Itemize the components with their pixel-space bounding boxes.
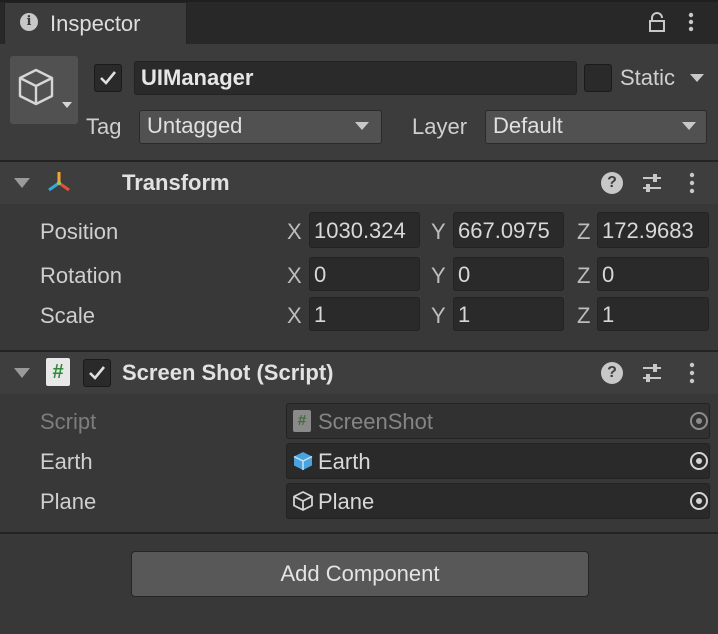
layer-chevron-down-icon: [682, 122, 696, 130]
checkmark-icon: [89, 366, 106, 380]
earth-object-field[interactable]: Earth: [286, 443, 710, 479]
tag-dropdown[interactable]: Untagged: [139, 110, 382, 144]
position-x-input[interactable]: 1030.324: [309, 212, 420, 248]
static-label: Static: [620, 65, 676, 90]
axis-x-label[interactable]: X: [287, 303, 302, 329]
object-picker-icon: [690, 412, 708, 430]
info-icon: i: [20, 13, 38, 31]
component-menu-icon[interactable]: [687, 172, 697, 194]
gameobject-icon: [293, 491, 313, 511]
scale-z-input[interactable]: 1: [597, 297, 709, 331]
presets-icon[interactable]: [641, 362, 663, 384]
axis-y-label[interactable]: Y: [431, 219, 446, 245]
foldout-arrow-icon[interactable]: [14, 368, 30, 378]
active-checkbox[interactable]: [94, 64, 122, 92]
scale-y-input[interactable]: 1: [453, 297, 564, 331]
tab-title: Inspector: [50, 11, 141, 36]
script-icon: #: [46, 358, 70, 386]
rotation-label: Rotation: [40, 263, 122, 288]
object-picker-icon[interactable]: [689, 451, 709, 471]
divider: [0, 532, 718, 534]
position-y-input[interactable]: 667.0975: [453, 212, 564, 248]
help-icon[interactable]: ?: [601, 172, 623, 194]
gameobject-name-input[interactable]: UIManager: [134, 61, 577, 95]
gameobject-icon-selector[interactable]: [10, 56, 78, 124]
scale-x-input[interactable]: 1: [309, 297, 420, 331]
tag-label: Tag: [86, 114, 122, 139]
earth-object-value: Earth: [318, 449, 371, 474]
object-picker-icon[interactable]: [689, 491, 709, 511]
static-checkbox[interactable]: [584, 64, 612, 92]
axis-x-label[interactable]: X: [287, 219, 302, 245]
kebab-menu-icon[interactable]: [686, 12, 696, 32]
transform-icon: [48, 172, 70, 192]
plane-object-value: Plane: [318, 489, 375, 514]
axis-x-label[interactable]: X: [287, 263, 302, 289]
axis-z-label[interactable]: Z: [577, 219, 590, 245]
plane-object-field[interactable]: Plane: [286, 483, 710, 519]
script-object-field: # ScreenShot: [286, 403, 710, 439]
checkmark-icon: [100, 71, 117, 85]
script-icon: #: [293, 410, 311, 432]
position-z-input[interactable]: 172.9683: [597, 212, 709, 248]
axis-z-label[interactable]: Z: [577, 303, 590, 329]
scale-label: Scale: [40, 303, 96, 328]
layer-dropdown[interactable]: Default: [485, 110, 707, 144]
lock-icon[interactable]: [648, 12, 666, 32]
component-menu-icon[interactable]: [687, 362, 697, 384]
cube-icon: [18, 68, 72, 108]
layer-value: Default: [493, 113, 563, 138]
tag-value: Untagged: [147, 113, 243, 138]
script-field-label: Script: [40, 409, 97, 434]
rotation-z-input[interactable]: 0: [597, 257, 709, 291]
script-component-title: Screen Shot (Script): [122, 360, 334, 385]
transform-title: Transform: [122, 170, 230, 195]
foldout-arrow-icon[interactable]: [14, 178, 30, 188]
earth-field-label: Earth: [40, 449, 93, 474]
static-dropdown-icon[interactable]: [690, 74, 704, 82]
help-icon[interactable]: ?: [601, 362, 623, 384]
tag-chevron-down-icon: [355, 122, 369, 130]
rotation-y-input[interactable]: 0: [453, 257, 564, 291]
axis-y-label[interactable]: Y: [431, 303, 446, 329]
layer-label: Layer: [412, 114, 468, 139]
add-component-button[interactable]: Add Component: [131, 551, 589, 597]
script-enabled-checkbox[interactable]: [83, 359, 111, 387]
axis-y-label[interactable]: Y: [431, 263, 446, 289]
script-object-value: ScreenShot: [318, 409, 433, 434]
rotation-x-input[interactable]: 0: [309, 257, 420, 291]
prefab-icon: [293, 452, 313, 470]
position-label: Position: [40, 219, 119, 244]
plane-field-label: Plane: [40, 489, 97, 514]
presets-icon[interactable]: [641, 172, 663, 194]
axis-z-label[interactable]: Z: [577, 263, 590, 289]
